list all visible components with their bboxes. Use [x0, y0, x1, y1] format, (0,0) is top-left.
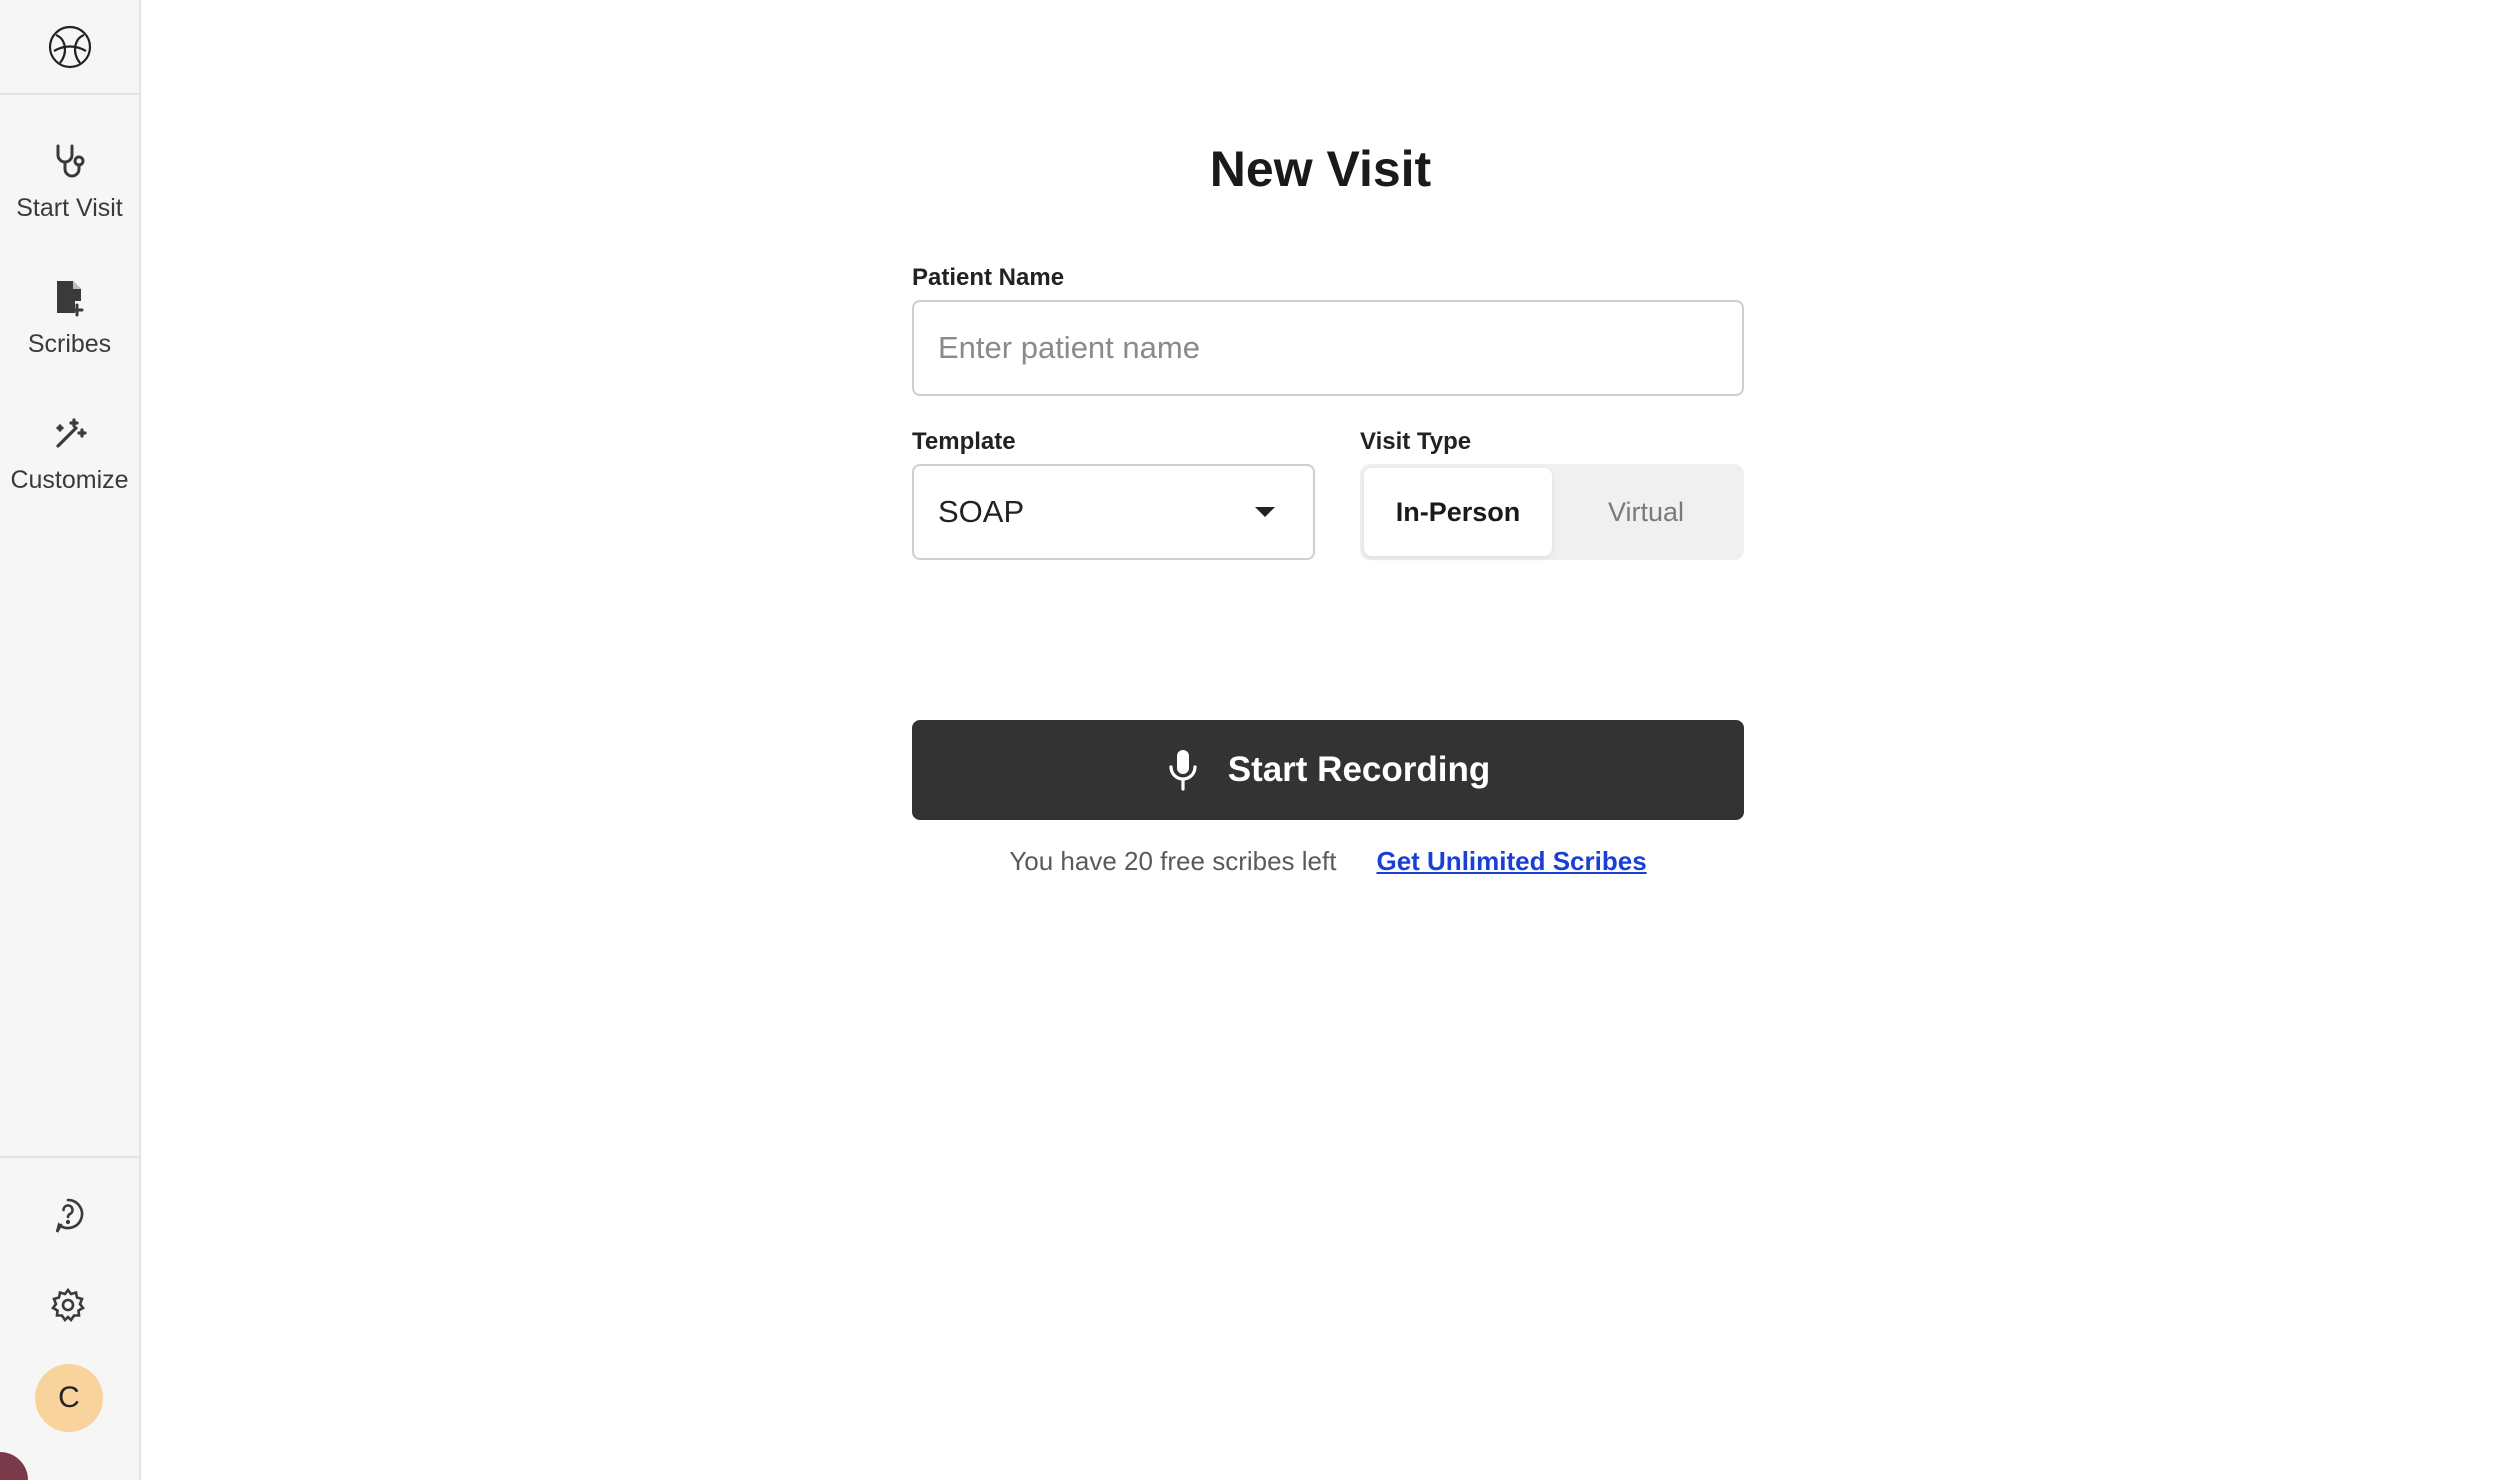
template-selected-value: SOAP [938, 494, 1025, 529]
sidebar-item-label: Scribes [27, 330, 112, 358]
sidebar-item-start-visit[interactable]: Start Visit [0, 142, 139, 262]
microphone-icon [1166, 748, 1206, 792]
start-recording-button[interactable]: Start Recording [912, 720, 1744, 820]
visit-type-label: Visit Type [1360, 428, 1472, 455]
visit-type-virtual[interactable]: Virtual [1552, 468, 1740, 556]
patient-name-input[interactable] [912, 300, 1744, 396]
sidebar-divider [0, 1156, 139, 1158]
sidebar-item-label: Customize [10, 466, 129, 494]
template-select[interactable]: SOAP [912, 464, 1315, 560]
corner-decoration [0, 1452, 28, 1480]
sidebar: Start Visit Scribes Customize C [0, 0, 141, 1480]
visit-type-toggle: In-Person Virtual [1360, 464, 1744, 560]
app-root: Start Visit Scribes Customize C New Visi… [0, 0, 2500, 1480]
patient-name-label: Patient Name [912, 264, 1065, 291]
sidebar-item-scribes[interactable]: Scribes [0, 278, 139, 398]
sidebar-item-label: Start Visit [16, 194, 123, 222]
stethoscope-icon [50, 142, 90, 182]
get-unlimited-scribes-link[interactable]: Get Unlimited Scribes [1376, 846, 1646, 877]
visit-type-in-person[interactable]: In-Person [1364, 468, 1552, 556]
template-label: Template [912, 428, 1016, 455]
document-icon [50, 278, 90, 318]
avatar[interactable]: C [35, 1364, 103, 1432]
sidebar-item-customize[interactable]: Customize [0, 414, 139, 534]
scribes-remaining-row: You have 20 free scribes left Get Unlimi… [912, 846, 1744, 877]
magic-wand-icon [50, 414, 90, 454]
gear-icon[interactable] [45, 1282, 91, 1328]
help-icon[interactable] [45, 1193, 91, 1239]
app-logo-icon[interactable] [0, 0, 139, 95]
scribes-remaining-text: You have 20 free scribes left [1009, 846, 1337, 876]
chevron-down-icon [1255, 507, 1275, 517]
start-recording-label: Start Recording [1227, 750, 1491, 789]
page-title: New Visit [1209, 141, 1432, 197]
